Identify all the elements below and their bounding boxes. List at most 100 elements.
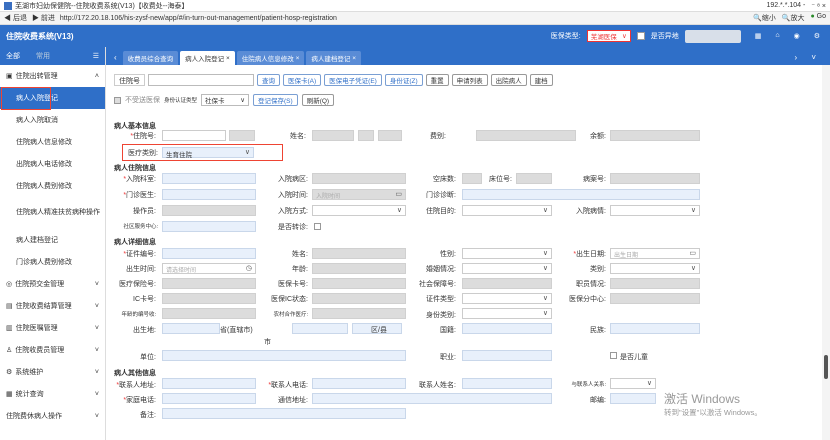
- discharged-button[interactable]: 出院病人: [490, 74, 527, 86]
- id-card-button[interactable]: 身份证(Z): [384, 74, 423, 86]
- remark-label: 备注:: [140, 412, 156, 419]
- category-label: 类别:: [590, 266, 606, 273]
- insurance-type-select[interactable]: 芜湖医保 ∨: [586, 30, 631, 42]
- hosp-no-label: *住院号:: [130, 133, 156, 140]
- identity-select[interactable]: ∨: [462, 308, 552, 319]
- sidebar-group-stats[interactable]: ▦ 统计查询 ˅: [0, 383, 105, 405]
- remote-select[interactable]: [684, 29, 741, 43]
- contact-phone-input[interactable]: [312, 378, 406, 389]
- close-icon[interactable]: ×: [226, 55, 230, 62]
- contact-name-input[interactable]: [462, 378, 552, 389]
- id-no-input[interactable]: [162, 248, 256, 259]
- diag-input[interactable]: [462, 189, 700, 200]
- child-checkbox[interactable]: [610, 352, 617, 359]
- condition-select[interactable]: ∨: [610, 205, 700, 216]
- sidebar-item-modify-fee[interactable]: 住院病人费别修改: [0, 175, 105, 197]
- zoom-in-button[interactable]: 🔍放大: [782, 13, 805, 23]
- postcode-input[interactable]: [610, 393, 656, 404]
- calculator-icon[interactable]: ▦: [755, 32, 762, 40]
- relation-select[interactable]: ∨: [610, 378, 656, 389]
- home-phone-input[interactable]: [162, 393, 256, 404]
- ethnicity-input[interactable]: [610, 323, 700, 334]
- unit-label: 单位:: [140, 354, 156, 361]
- window-controls[interactable]: ⁻ ⁸ ×: [811, 2, 826, 10]
- sidebar-item-admission[interactable]: 病人入院登记: [0, 87, 105, 110]
- sidebar-item-modify-phone[interactable]: 出院病人电话修改: [0, 153, 105, 175]
- tab-modify-info[interactable]: 住院病人信息修改 ×: [236, 51, 305, 65]
- remote-checkbox[interactable]: [636, 32, 645, 40]
- building-icon[interactable]: ⌂: [775, 32, 779, 40]
- sidebar-group-cashier[interactable]: ♙ 住院收费员管理 ˅: [0, 339, 105, 361]
- tab-record[interactable]: 病人建档登记 ×: [306, 51, 361, 65]
- sidebar-group-rest-patient[interactable]: 住院费休病人操作 ˅: [0, 405, 105, 427]
- eye-icon[interactable]: ◉: [794, 32, 800, 40]
- admit-way-select[interactable]: ∨: [312, 205, 406, 216]
- community-input[interactable]: [162, 221, 256, 232]
- scrollbar-thumb[interactable]: [824, 355, 828, 379]
- save-button[interactable]: 登记保存(S): [253, 94, 298, 106]
- sidebar-item-cancel-admission[interactable]: 病人入院取消: [0, 109, 105, 131]
- sidebar-item-outpatient-fee[interactable]: 门诊病人费别修改: [0, 251, 105, 273]
- hosp-no-input[interactable]: [162, 130, 226, 141]
- mail-address-input[interactable]: [312, 393, 552, 404]
- purpose-select[interactable]: ∨: [462, 205, 552, 216]
- zoom-out-button[interactable]: 🔍缩小: [753, 13, 776, 23]
- marriage-select[interactable]: ∨: [462, 263, 552, 274]
- unit-input[interactable]: [162, 350, 406, 361]
- transfer-checkbox[interactable]: [314, 223, 321, 230]
- sidebar-item-poverty[interactable]: 住院病人精准扶贫病种操作: [0, 197, 105, 229]
- admit-way-label: 入院方式:: [278, 208, 308, 215]
- query-button[interactable]: 查询: [257, 74, 280, 86]
- gender-select[interactable]: ∨: [462, 248, 552, 259]
- birth-time-input[interactable]: 请选择时间 ◷: [162, 263, 256, 274]
- menu-icon[interactable]: ☰: [93, 52, 99, 60]
- sidebar-item-record[interactable]: 病人建档登记: [0, 229, 105, 251]
- birth-date-input[interactable]: 出生日期 ▭: [610, 248, 700, 259]
- scrollbar-track[interactable]: [822, 65, 830, 440]
- contact-name-label: 联系人姓名:: [419, 382, 456, 389]
- city-input[interactable]: [292, 323, 348, 334]
- e-voucher-button[interactable]: 医保电子凭证(E): [324, 74, 382, 86]
- dept-input[interactable]: [162, 173, 256, 184]
- go-button[interactable]: ● Go: [810, 13, 826, 23]
- hosp-no-search-input[interactable]: [148, 74, 254, 86]
- back-button[interactable]: ◀ 后退: [4, 13, 27, 23]
- sidebar-group-deposit[interactable]: ◎ 住院预交金管理 ˅: [0, 273, 105, 295]
- tab-cashier-query[interactable]: 收费员综合查询: [122, 51, 179, 65]
- apply-list-button[interactable]: 申请列表: [451, 74, 488, 86]
- sidebar-group-orders[interactable]: ▥ 住院医嘱管理 ˅: [0, 317, 105, 339]
- close-icon[interactable]: ×: [352, 55, 356, 62]
- remark-input[interactable]: [162, 408, 406, 419]
- job-input[interactable]: [462, 350, 552, 361]
- category-select[interactable]: ∨: [610, 263, 700, 274]
- tab-admission[interactable]: 病人入院登记 ×: [180, 51, 235, 65]
- child-label: 是否儿童: [620, 354, 648, 361]
- nationality-input[interactable]: [462, 323, 552, 334]
- sidebar-item-modify-info[interactable]: 住院病人信息修改: [0, 131, 105, 153]
- reset-button[interactable]: 重置: [425, 74, 449, 86]
- med-category-select[interactable]: 生育住院 ∨: [162, 147, 254, 159]
- doctor-input[interactable]: [162, 189, 256, 200]
- url-field[interactable]: http://172.20.18.106/his-zysf-new/app/#/…: [60, 15, 748, 22]
- forward-button[interactable]: ▶ 前进: [32, 13, 55, 23]
- chevron-left-icon[interactable]: ‹: [114, 53, 117, 62]
- id-type-detail-select[interactable]: ∨: [462, 293, 552, 304]
- id-type-select[interactable]: 社保卡 ∨: [201, 94, 250, 106]
- sidebar-tab-all[interactable]: 全部: [6, 51, 20, 61]
- no-insurance-checkbox[interactable]: [114, 96, 121, 104]
- province-input[interactable]: [162, 323, 220, 334]
- folder-icon: ▣: [6, 73, 13, 80]
- diag-label: 门诊诊断:: [426, 192, 456, 199]
- sidebar-group-inout[interactable]: ▣ 住院出转管理 ˄: [0, 65, 105, 87]
- sidebar-tab-common[interactable]: 常用: [36, 51, 50, 61]
- insurance-card-button[interactable]: 医保卡(A): [283, 74, 322, 86]
- chevron-right-icon[interactable]: › ˅: [794, 53, 822, 62]
- sidebar-group-settlement[interactable]: ▤ 住院收费结算管理 ˅: [0, 295, 105, 317]
- refresh-button[interactable]: 刷新(Q): [301, 94, 335, 106]
- create-record-button[interactable]: 建档: [529, 74, 553, 86]
- contact-address-input[interactable]: [162, 378, 256, 389]
- gear-icon[interactable]: ⚙: [814, 32, 820, 40]
- district-label: 区/县: [371, 327, 387, 334]
- close-icon[interactable]: ×: [296, 55, 300, 62]
- sidebar-group-maintenance[interactable]: ⚙ 系统维护 ˅: [0, 361, 105, 383]
